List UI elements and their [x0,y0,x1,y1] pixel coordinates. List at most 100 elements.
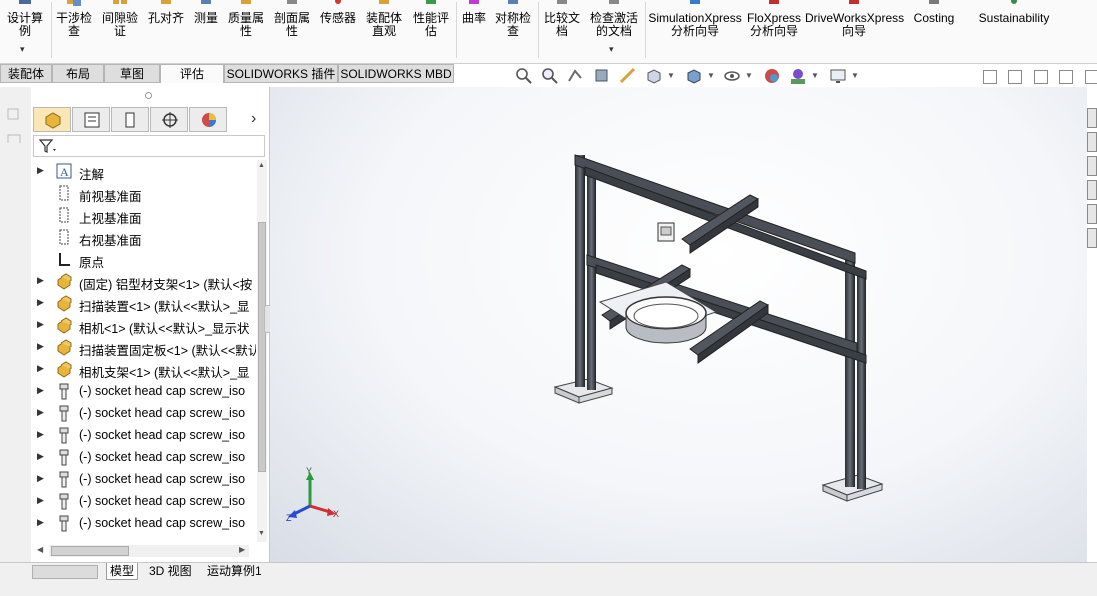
design-study-button[interactable]: 设计算 例 [2,0,48,60]
tree-item[interactable]: 原点 [31,248,256,270]
measure-button[interactable]: 测量 [190,0,222,60]
tree-horizontal-scrollbar[interactable]: ◀ ▶ [37,545,249,557]
chevron-right-icon[interactable]: ▶ [37,165,44,176]
chevron-right-icon[interactable]: ▶ [37,385,44,396]
tile-viewport-icon[interactable] [1008,70,1022,84]
chevron-down-icon[interactable]: ▼ [667,71,675,80]
graphics-viewport[interactable]: Y X Z [270,87,1087,562]
tree-item[interactable]: ▶ (-) socket head cap screw_iso [31,424,256,446]
chevron-left-icon[interactable]: ◀ [37,545,43,554]
sensor-button[interactable]: 传感器 [317,0,359,60]
tab-display-manager[interactable] [189,107,227,132]
file-explorer-icon[interactable] [1087,156,1097,176]
tab-feature-tree[interactable] [33,107,71,132]
chevron-right-icon[interactable]: ▶ [37,341,44,352]
custom-properties-icon[interactable] [1087,228,1097,248]
tree-item[interactable]: 前视基准面 [31,182,256,204]
chevron-down-icon[interactable]: ▼ [811,71,819,80]
tab-motion-study[interactable]: 运动算例1 [204,563,265,579]
simulationxpress-button[interactable]: SimulationXpress 分析向导 [647,0,743,60]
compare-documents-button[interactable]: 比较文 档 [541,0,583,60]
appearances-icon[interactable] [1087,204,1097,224]
edit-appearance-icon[interactable] [762,66,782,86]
chevron-down-icon[interactable]: ▾ [609,44,614,55]
tree-item[interactable]: ▶ (-) socket head cap screw_iso [31,468,256,490]
sustainability-button[interactable]: Sustainability [970,0,1058,60]
instant3d-icon[interactable] [6,105,24,121]
chevron-right-icon[interactable]: ▶ [37,451,44,462]
design-library-icon[interactable] [1087,132,1097,152]
chevron-right-icon[interactable]: ▶ [37,539,44,540]
tree-item[interactable]: ▶ (固定) 铝型材支架<1> (默认<按 [31,270,256,292]
minimize-window-icon[interactable] [1034,70,1048,84]
hide-show-items-icon[interactable] [722,66,742,86]
tab-layout[interactable]: 布局 [52,64,104,83]
zoom-to-area-icon[interactable] [540,66,560,86]
tab-3d-view[interactable]: 3D 视图 [146,563,195,579]
tree-item[interactable]: ▶ 扫描装置固定板<1> (默认<<默认 [31,336,256,358]
maximize-window-icon[interactable] [1059,70,1073,84]
view-settings-icon[interactable] [828,66,848,86]
chevron-right-icon[interactable]: ▶ [239,545,245,554]
symmetry-check-button[interactable]: 对称检 查 [492,0,534,60]
chevron-right-icon[interactable]: › [251,110,256,128]
tree-item[interactable]: ▶ (-) socket head cap screw_iso [31,446,256,468]
chevron-right-icon[interactable]: ▶ [37,473,44,484]
apply-scene-icon[interactable] [788,66,808,86]
mass-properties-button[interactable]: 质量属 性 [225,0,267,60]
performance-evaluation-button[interactable]: 性能评 估 [409,0,453,60]
tree-item[interactable]: ▶ 扫描装置<1> (默认<<默认>_显 [31,292,256,314]
interference-detection-button[interactable]: 干涉检 查 [54,0,94,60]
scrollbar-thumb[interactable] [258,222,266,472]
costing-button[interactable]: Costing [908,0,960,60]
tree-filter[interactable] [33,135,265,157]
chevron-right-icon[interactable]: ▶ [37,495,44,506]
check-active-document-button[interactable]: 检查激活 的文档 [586,0,642,60]
assembly-visualization-button[interactable]: 装配体 直观 [362,0,406,60]
scrollbar-thumb[interactable] [51,546,129,556]
tree-item[interactable]: ▶ (-) socket head cap screw_iso [31,402,256,424]
driveworksxpress-button[interactable]: DriveWorksXpress 向导 [805,0,904,60]
close-window-icon[interactable] [1085,70,1097,84]
tab-configuration-manager[interactable] [111,107,149,132]
floxpress-button[interactable]: FloXpress 分析向导 [745,0,803,60]
view-palette-icon[interactable] [1087,180,1097,200]
chevron-up-icon[interactable]: ▲ [258,162,265,169]
previous-view-icon[interactable] [566,66,586,86]
tab-solidworks-addins[interactable]: SOLIDWORKS 插件 [224,64,338,83]
section-properties-button[interactable]: 剖面属 性 [271,0,313,60]
zoom-to-fit-icon[interactable] [514,66,534,86]
tree-item[interactable]: 上视基准面 [31,204,256,226]
restore-viewport-icon[interactable] [983,70,997,84]
chevron-right-icon[interactable]: ▶ [37,275,44,286]
tab-model[interactable]: 模型 [106,563,139,580]
chevron-down-icon[interactable]: ▼ [707,71,715,80]
tab-evaluate[interactable]: 评估 [160,64,224,83]
chevron-right-icon[interactable]: ▶ [37,363,44,374]
chevron-right-icon[interactable]: ▶ [37,407,44,418]
tab-property-manager[interactable] [72,107,110,132]
tree-item[interactable]: ▶ (-) socket head cap screw_iso [31,490,256,512]
chevron-down-icon[interactable]: ▾ [20,44,25,55]
tree-item[interactable]: ▶ (-) socket head cap screw_iso [31,512,256,534]
panel-grip-handle[interactable] [145,92,152,99]
tab-sketch[interactable]: 草图 [104,64,160,83]
chevron-right-icon[interactable]: ▶ [37,297,44,308]
tree-item[interactable]: ▶ 相机支架<1> (默认<<默认>_显 [31,358,256,380]
dimension-icon[interactable] [6,131,24,147]
tab-dimxpert-manager[interactable] [150,107,188,132]
chevron-right-icon[interactable]: ▶ [37,319,44,330]
tree-item[interactable]: 右视基准面 [31,226,256,248]
view-orientation-icon[interactable] [644,66,664,86]
solidworks-resources-icon[interactable] [1087,108,1097,128]
chevron-down-icon[interactable]: ▼ [851,71,859,80]
chevron-right-icon[interactable]: ▶ [37,429,44,440]
hole-alignment-button[interactable]: 孔对齐 [145,0,187,60]
clearance-verification-button[interactable]: 间隙验 证 [98,0,142,60]
tree-item[interactable]: ▶ 相机<1> (默认<<默认>_显示状 [31,314,256,336]
tab-scroll-arrows[interactable] [32,565,98,579]
tree-item[interactable]: ▶ A 注解 [31,160,256,182]
dynamic-annotation-icon[interactable] [618,66,638,86]
display-style-icon[interactable] [684,66,704,86]
curvature-button[interactable]: 曲率 [458,0,490,60]
